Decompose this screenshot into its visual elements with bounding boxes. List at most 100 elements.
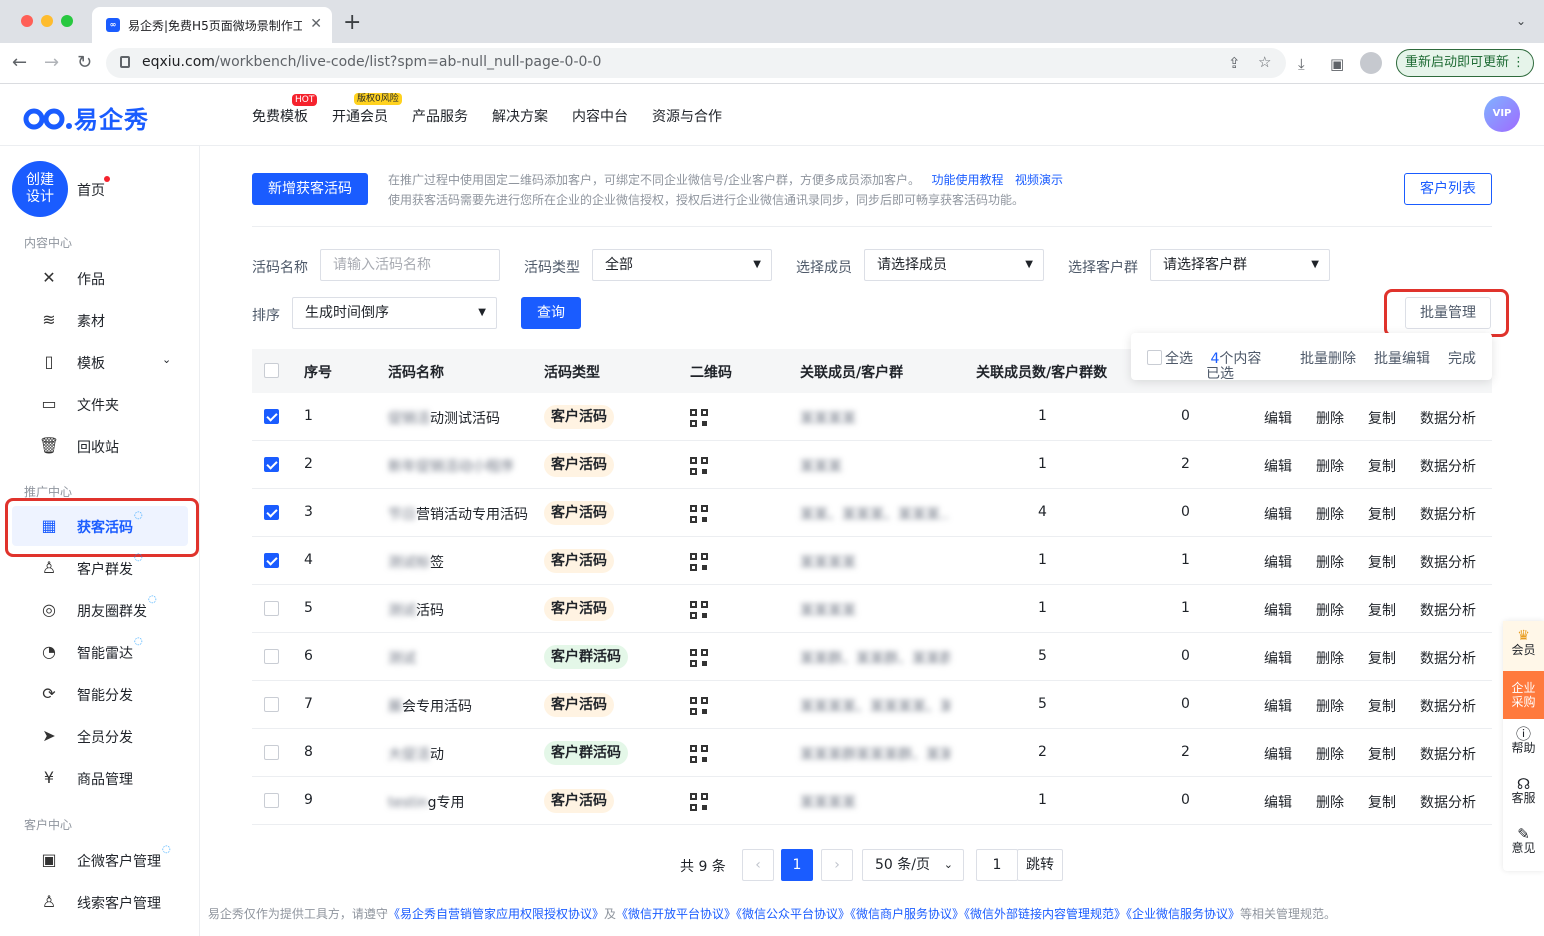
- enterprise-purchase-button[interactable]: 企业 采购: [1503, 671, 1544, 719]
- delete-button[interactable]: 删除: [1316, 408, 1344, 428]
- download-icon[interactable]: ⤓: [1298, 55, 1305, 73]
- sidebar-item-works[interactable]: ✕ 作品: [38, 260, 188, 296]
- menu-products[interactable]: 产品服务: [412, 106, 468, 126]
- agreement-link[interactable]: 《微信外部链接内容管理规范》: [964, 907, 1126, 921]
- delete-button[interactable]: 删除: [1316, 552, 1344, 572]
- sidebar-item-materials[interactable]: ≋ 素材: [38, 302, 188, 338]
- page-1-button[interactable]: 1: [781, 849, 813, 881]
- menu-free-templates[interactable]: 免费模板: [252, 106, 308, 126]
- menu-content-hub[interactable]: 内容中台: [572, 106, 628, 126]
- group-select[interactable]: 请选择客户群 ▼: [1150, 249, 1330, 281]
- menu-solutions[interactable]: 解决方案: [492, 106, 548, 126]
- add-live-code-button[interactable]: 新增获客活码: [252, 173, 368, 205]
- next-page-button[interactable]: ›: [821, 849, 853, 881]
- data-analysis-button[interactable]: 数据分析: [1420, 648, 1476, 668]
- delete-button[interactable]: 删除: [1316, 696, 1344, 716]
- close-window-button[interactable]: [21, 15, 33, 27]
- sidebar-item-moments[interactable]: ◎ 朋友圈群发 ◌: [38, 592, 188, 628]
- done-button[interactable]: 完成: [1448, 348, 1476, 368]
- feedback-float-button[interactable]: ✎ 意见: [1503, 827, 1544, 856]
- sidebar-item-wecom-customers[interactable]: ▣ 企微客户管理 ◌: [38, 842, 188, 878]
- copy-button[interactable]: 复制: [1368, 744, 1396, 764]
- sidebar-item-radar[interactable]: ◔ 智能雷达 ◌: [38, 634, 188, 670]
- data-analysis-button[interactable]: 数据分析: [1420, 744, 1476, 764]
- page-size-select[interactable]: 50 条/页 ⌄: [862, 849, 964, 881]
- sidebar-item-smart-distribute[interactable]: ⟳ 智能分发: [38, 676, 188, 712]
- sidebar-item-folder[interactable]: ▭ 文件夹: [38, 386, 188, 422]
- sidebar-item-all-staff[interactable]: ➤ 全员分发: [38, 718, 188, 754]
- jump-page-input[interactable]: 1: [976, 849, 1018, 881]
- row-checkbox[interactable]: [264, 553, 279, 568]
- side-panel-icon[interactable]: ▣: [1330, 55, 1344, 73]
- tutorial-link[interactable]: 功能使用教程: [932, 173, 1004, 187]
- data-analysis-button[interactable]: 数据分析: [1420, 552, 1476, 572]
- profile-avatar[interactable]: [1360, 52, 1382, 74]
- delete-button[interactable]: 删除: [1316, 648, 1344, 668]
- copy-button[interactable]: 复制: [1368, 696, 1396, 716]
- delete-button[interactable]: 删除: [1316, 456, 1344, 476]
- qr-code-icon[interactable]: [690, 649, 708, 667]
- sidebar-item-products[interactable]: ¥ 商品管理: [38, 760, 188, 796]
- batch-delete-button[interactable]: 批量删除: [1300, 348, 1356, 368]
- data-analysis-button[interactable]: 数据分析: [1420, 408, 1476, 428]
- copy-button[interactable]: 复制: [1368, 504, 1396, 524]
- row-checkbox[interactable]: [264, 409, 279, 424]
- qr-code-icon[interactable]: [690, 697, 708, 715]
- data-analysis-button[interactable]: 数据分析: [1420, 696, 1476, 716]
- prev-page-button[interactable]: ‹: [742, 849, 774, 881]
- query-button[interactable]: 查询: [521, 297, 581, 329]
- close-tab-icon[interactable]: ✕: [310, 16, 322, 32]
- tab-list-chevron-icon[interactable]: ⌄: [1516, 14, 1526, 28]
- qr-code-icon[interactable]: [690, 601, 708, 619]
- edit-button[interactable]: 编辑: [1264, 552, 1292, 572]
- agreement-link[interactable]: 《易企秀自营销管家应用权限授权协议》: [388, 907, 604, 921]
- copy-button[interactable]: 复制: [1368, 600, 1396, 620]
- edit-button[interactable]: 编辑: [1264, 408, 1292, 428]
- browser-tab[interactable]: ∞ 易企秀|免费H5页面微场景制作工具 ✕: [92, 7, 332, 43]
- back-icon[interactable]: ←: [12, 53, 27, 73]
- edit-button[interactable]: 编辑: [1264, 600, 1292, 620]
- copy-button[interactable]: 复制: [1368, 408, 1396, 428]
- agreement-link[interactable]: 《企业微信服务协议》: [1126, 907, 1240, 921]
- delete-button[interactable]: 删除: [1316, 792, 1344, 812]
- forward-icon[interactable]: →: [44, 53, 59, 73]
- new-tab-icon[interactable]: +: [343, 11, 361, 35]
- qr-code-icon[interactable]: [690, 553, 708, 571]
- agreement-link[interactable]: 《微信公众平台协议》: [736, 907, 850, 921]
- agreement-link[interactable]: 《微信商户服务协议》: [850, 907, 964, 921]
- sidebar-item-home[interactable]: 首页: [77, 180, 105, 200]
- delete-button[interactable]: 删除: [1316, 504, 1344, 524]
- data-analysis-button[interactable]: 数据分析: [1420, 504, 1476, 524]
- customer-list-button[interactable]: 客户列表: [1404, 173, 1492, 205]
- update-button[interactable]: 重新启动即可更新 ⋮: [1396, 49, 1534, 77]
- menu-resources[interactable]: 资源与合作: [652, 106, 722, 126]
- minimize-window-button[interactable]: [41, 15, 53, 27]
- service-float-button[interactable]: ☊ 客服: [1503, 777, 1544, 806]
- qr-code-icon[interactable]: [690, 457, 708, 475]
- data-analysis-button[interactable]: 数据分析: [1420, 792, 1476, 812]
- row-checkbox[interactable]: [264, 793, 279, 808]
- live-code-name-input[interactable]: 请输入活码名称: [320, 249, 500, 281]
- sidebar-item-recycle[interactable]: 🗑 回收站: [38, 428, 188, 464]
- qr-code-icon[interactable]: [690, 505, 708, 523]
- select-all-label[interactable]: 全选: [1165, 348, 1193, 368]
- header-checkbox[interactable]: [264, 363, 279, 378]
- qr-code-icon[interactable]: [690, 793, 708, 811]
- member-select[interactable]: 请选择成员 ▼: [864, 249, 1044, 281]
- sort-select[interactable]: 生成时间倒序 ▼: [292, 297, 497, 329]
- vip-avatar[interactable]: VIP: [1484, 96, 1520, 132]
- row-checkbox[interactable]: [264, 601, 279, 616]
- edit-button[interactable]: 编辑: [1264, 456, 1292, 476]
- qr-code-icon[interactable]: [690, 409, 708, 427]
- sidebar-item-templates[interactable]: ▯ 模板 ⌄: [38, 344, 188, 380]
- edit-button[interactable]: 编辑: [1264, 744, 1292, 764]
- row-checkbox[interactable]: [264, 649, 279, 664]
- url-field[interactable]: eqxiu.com/workbench/live-code/list?spm=a…: [106, 48, 1286, 78]
- qr-code-icon[interactable]: [690, 745, 708, 763]
- copy-button[interactable]: 复制: [1368, 648, 1396, 668]
- create-design-button[interactable]: 创建 设计: [12, 161, 68, 217]
- copy-button[interactable]: 复制: [1368, 552, 1396, 572]
- row-checkbox[interactable]: [264, 745, 279, 760]
- select-all-checkbox[interactable]: [1147, 350, 1162, 365]
- logo[interactable]: 易企秀: [22, 100, 149, 135]
